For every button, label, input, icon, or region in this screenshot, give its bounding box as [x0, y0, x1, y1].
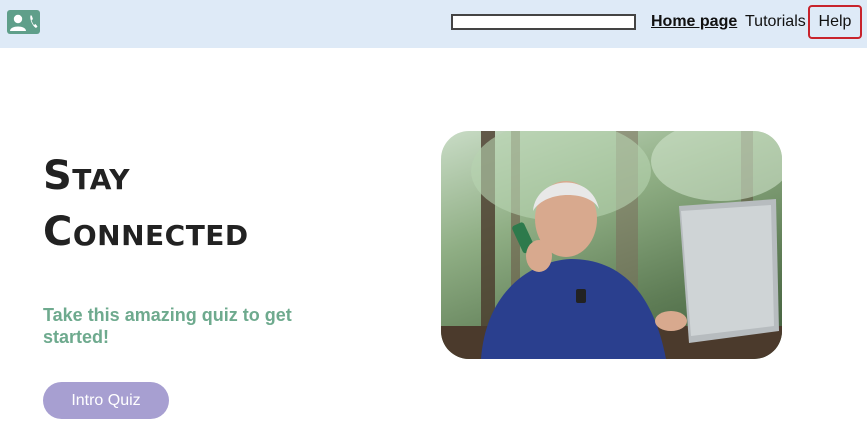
hero-title-line-2: Connected: [43, 209, 249, 255]
search-input[interactable]: [451, 14, 636, 30]
hero-title-line-1: Stay: [43, 153, 130, 199]
hero-title: Stay Connected: [43, 148, 383, 260]
top-navbar: Home page Tutorials Help: [0, 0, 867, 48]
hero-subtitle: Take this amazing quiz to get started!: [43, 305, 292, 347]
intro-quiz-button[interactable]: Intro Quiz: [43, 382, 169, 419]
contact-phone-icon[interactable]: [7, 10, 40, 34]
nav-link-home[interactable]: Home page: [651, 12, 737, 32]
nav-link-tutorials[interactable]: Tutorials: [745, 12, 806, 32]
senior-man-on-phone-with-laptop-photo: [441, 131, 782, 359]
nav-link-help[interactable]: Help: [808, 5, 862, 39]
